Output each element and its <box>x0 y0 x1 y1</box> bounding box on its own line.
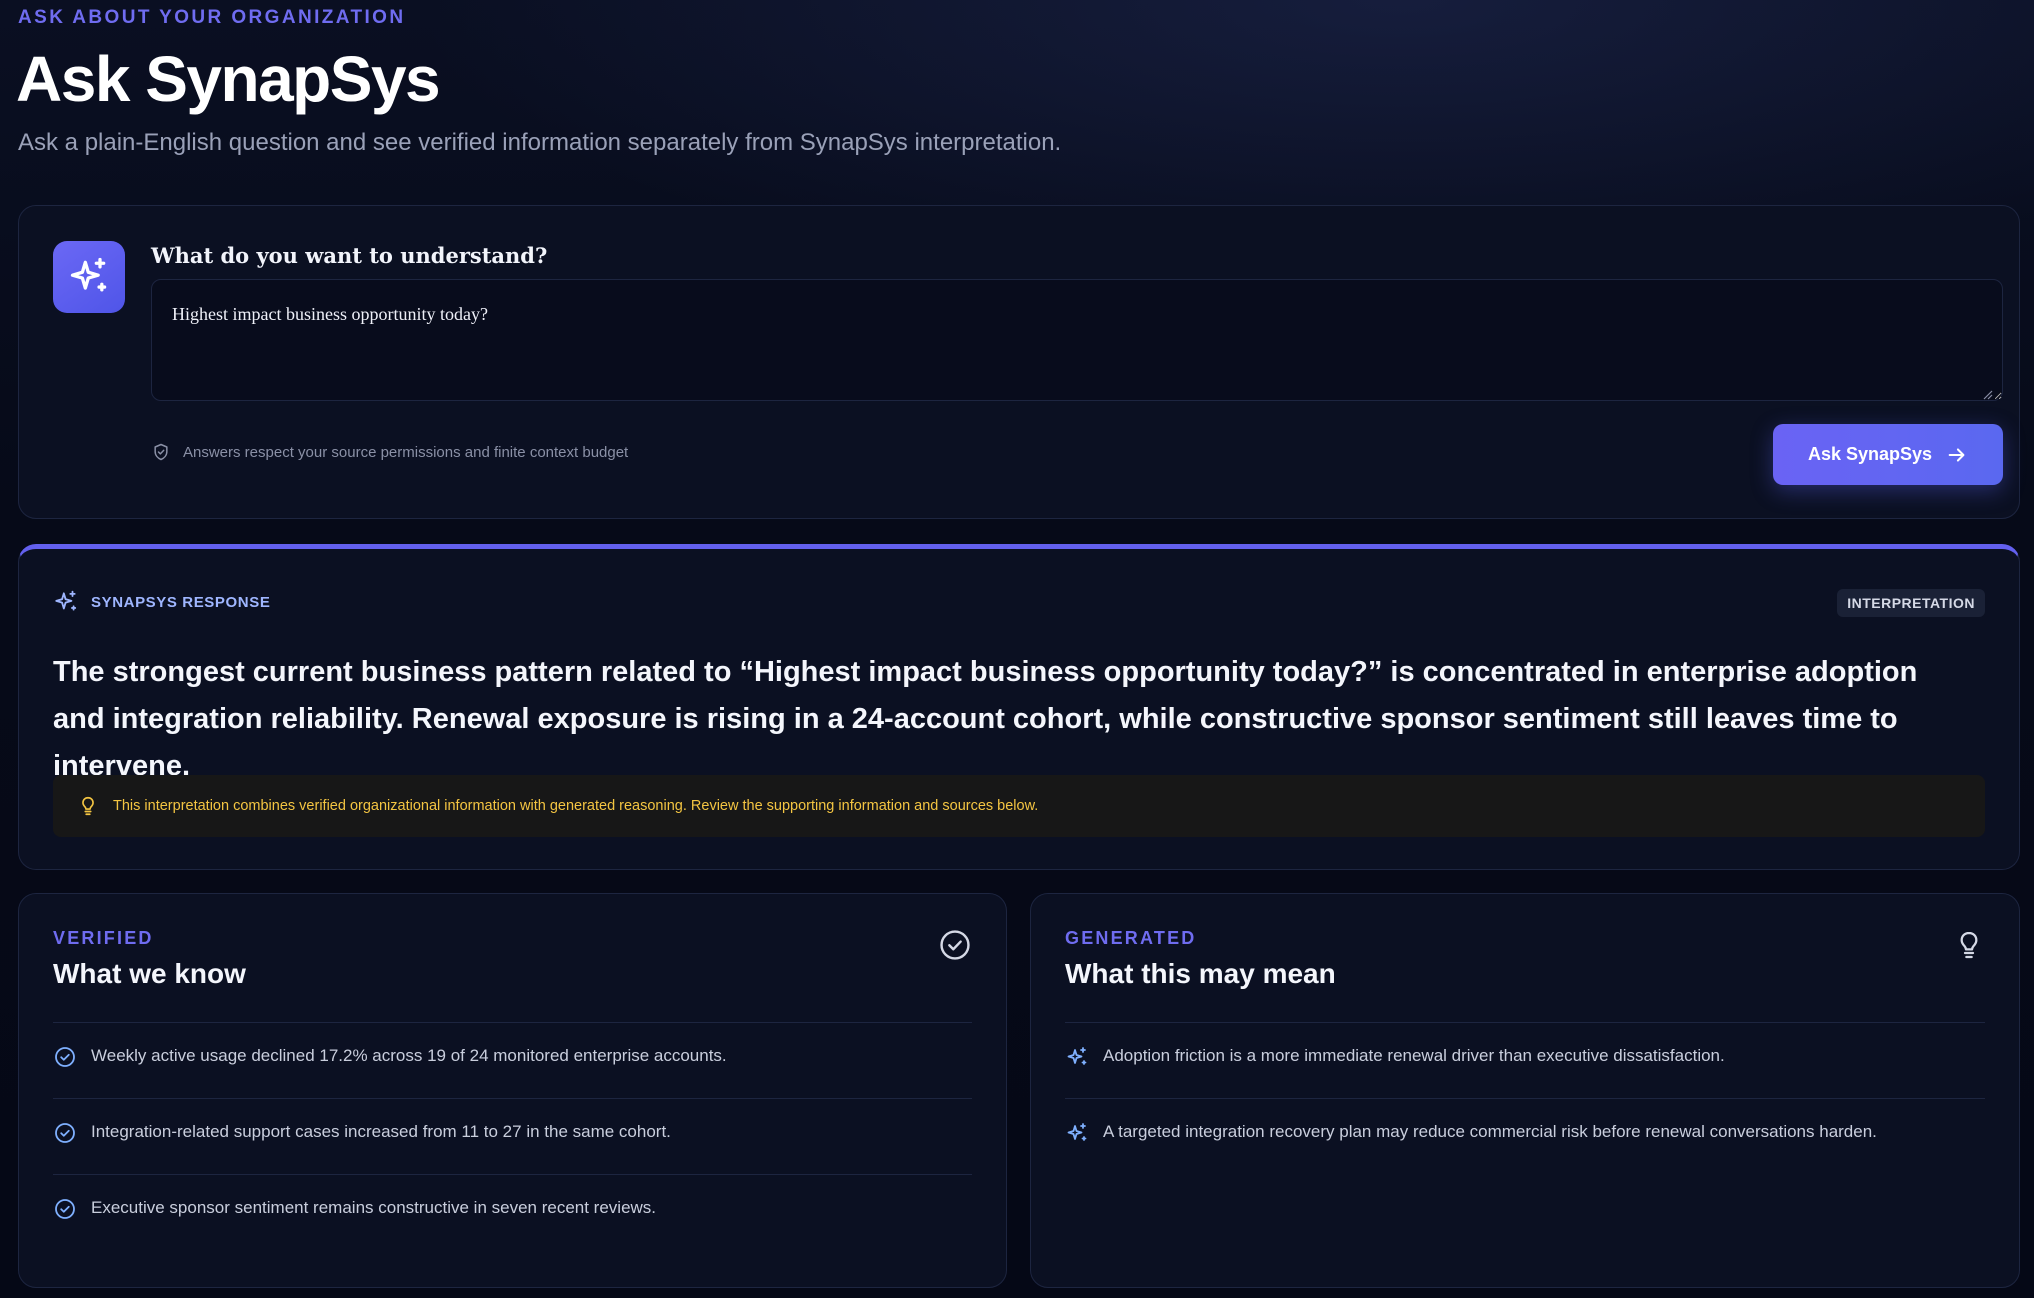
list-item: Weekly active usage declined 17.2% acros… <box>53 1022 972 1098</box>
generated-eyebrow: GENERATED <box>1065 928 1197 948</box>
check-circle-icon <box>55 1047 75 1067</box>
resize-handle-icon[interactable] <box>1981 388 1993 400</box>
lightbulb-icon <box>1960 931 1978 959</box>
response-text: The strongest current business pattern r… <box>53 656 1918 782</box>
verified-card: VERIFIED What we know Weekly active usag… <box>18 893 1007 1288</box>
response-card: SYNAPSYS RESPONSE INTERPRETATION The str… <box>18 544 2020 870</box>
generated-list: Adoption friction is a more immediate re… <box>1065 1022 1985 1174</box>
generated-card: GENERATED What this may mean Adoption fr… <box>1030 893 2020 1288</box>
list-item: Adoption friction is a more immediate re… <box>1065 1022 1985 1098</box>
sparkles-icon <box>55 590 77 611</box>
sparkles-icon <box>1067 1123 1087 1141</box>
caution-banner: This interpretation combines verified or… <box>53 775 1985 837</box>
page-title: Ask SynapSys <box>16 43 441 115</box>
list-item: Integration-related support cases increa… <box>53 1098 972 1174</box>
sparkles-icon <box>1067 1047 1087 1065</box>
verified-eyebrow: VERIFIED <box>53 928 154 948</box>
verified-item-text: Weekly active usage declined 17.2% acros… <box>91 1046 727 1065</box>
page-subtitle: Ask a plain-English question and see ver… <box>18 129 1062 156</box>
check-circle-icon <box>55 1123 75 1143</box>
arrow-right-icon <box>1948 447 1965 462</box>
permission-note-text: Answers respect your source permissions … <box>183 443 629 461</box>
shield-check-icon <box>154 443 168 461</box>
list-item: Executive sponsor sentiment remains cons… <box>53 1174 972 1250</box>
question-label: What do you want to understand? <box>151 243 548 268</box>
generated-title: What this may mean <box>1065 958 1336 989</box>
check-circle-icon <box>940 930 970 960</box>
ask-button-label: Ask SynapSys <box>1807 444 1933 464</box>
question-input[interactable] <box>151 279 2003 401</box>
verified-item-text: Integration-related support cases increa… <box>91 1122 671 1141</box>
verified-title: What we know <box>53 958 246 989</box>
response-label: SYNAPSYS RESPONSE <box>91 593 271 611</box>
check-circle-icon <box>55 1199 75 1219</box>
response-header: SYNAPSYS RESPONSE <box>53 589 270 615</box>
caution-text: This interpretation combines verified or… <box>113 798 1039 814</box>
interpretation-badge: INTERPRETATION <box>1837 589 1985 617</box>
page-eyebrow: ASK ABOUT YOUR ORGANIZATION <box>18 7 406 28</box>
ask-card: What do you want to understand? Answers … <box>18 205 2020 519</box>
generated-item-text: A targeted integration recovery plan may… <box>1103 1122 1877 1141</box>
permission-note: Answers respect your source permissions … <box>151 442 628 462</box>
sparkles-icon <box>53 241 125 313</box>
verified-list: Weekly active usage declined 17.2% acros… <box>53 1022 972 1250</box>
list-item: A targeted integration recovery plan may… <box>1065 1098 1985 1174</box>
generated-item-text: Adoption friction is a more immediate re… <box>1103 1046 1725 1065</box>
ask-synapsys-button[interactable]: Ask SynapSys <box>1773 424 2003 485</box>
lightbulb-icon <box>82 796 94 816</box>
verified-item-text: Executive sponsor sentiment remains cons… <box>91 1198 657 1217</box>
